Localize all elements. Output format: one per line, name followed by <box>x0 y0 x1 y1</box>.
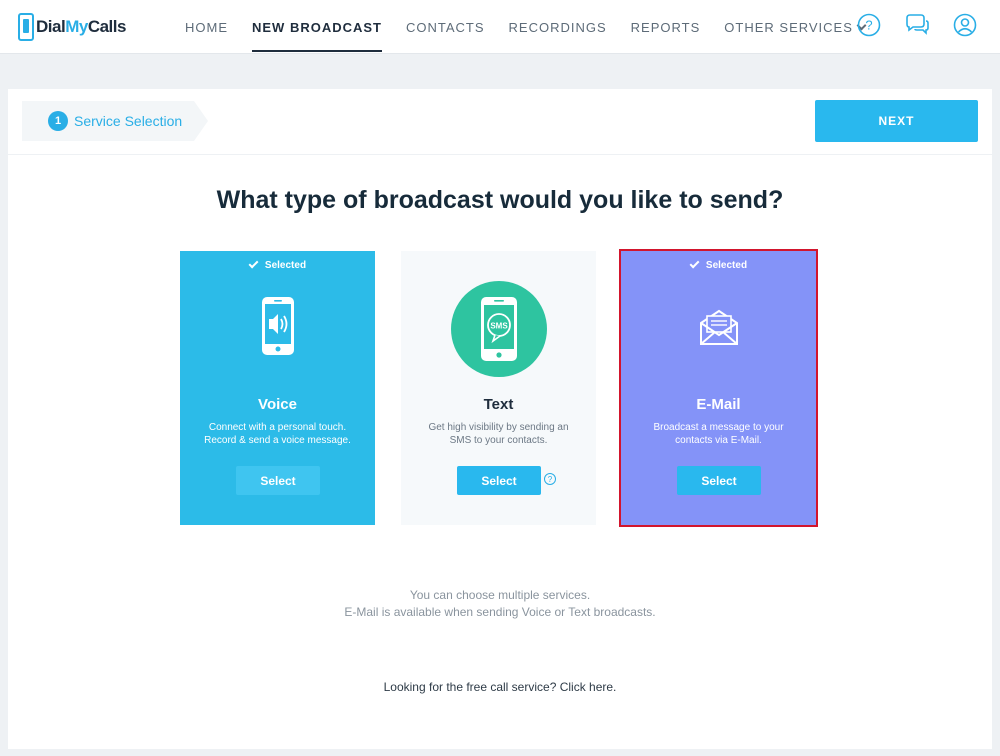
card-title: Text <box>483 396 514 413</box>
header-icons: ? <box>856 12 978 38</box>
select-email-button[interactable]: Select <box>677 466 761 495</box>
check-icon <box>248 258 259 269</box>
card-description: Get high visibility by sending an SMS to… <box>428 422 569 446</box>
svg-text:?: ? <box>865 18 872 33</box>
text-help-icon[interactable]: ? <box>544 473 556 485</box>
select-voice-button[interactable]: Select <box>236 466 320 495</box>
nav-other-services[interactable]: OTHER SERVICES <box>712 0 877 54</box>
chat-icon[interactable] <box>904 12 930 38</box>
step-label: Service Selection <box>74 113 183 129</box>
nav-recordings[interactable]: RECORDINGS <box>497 0 619 54</box>
card-title: Voice <box>258 396 297 413</box>
card-description: Broadcast a message to your contacts via… <box>653 422 784 446</box>
nav-home[interactable]: HOME <box>173 0 240 54</box>
logo-phone-icon <box>18 13 34 41</box>
step-indicator: 1 Service Selection <box>22 101 208 141</box>
help-icon[interactable]: ? <box>856 12 882 38</box>
top-navigation-bar: DialMyCalls HOME NEW BROADCAST CONTACTS … <box>0 0 1000 54</box>
phone-speaker-icon <box>180 295 375 359</box>
multi-service-note: You can choose multiple services. <box>409 588 591 602</box>
service-card-email[interactable]: Selected E-Mail Broadcast a message to y… <box>619 249 818 527</box>
page-title: What type of broadcast would you like to… <box>216 186 784 214</box>
next-button[interactable]: NEXT <box>815 100 978 142</box>
email-availability-note: E-Mail is available when sending Voice o… <box>344 605 656 619</box>
step-number-badge: 1 <box>48 111 68 131</box>
main-nav: HOME NEW BROADCAST CONTACTS RECORDINGS R… <box>173 0 877 54</box>
account-icon[interactable] <box>952 12 978 38</box>
broadcast-panel: 1 Service Selection NEXT What type of br… <box>8 89 992 749</box>
card-description: Connect with a personal touch. Record & … <box>204 422 351 446</box>
card-title: E-Mail <box>696 396 741 413</box>
select-text-button[interactable]: Select <box>457 466 541 495</box>
step-bar: 1 Service Selection NEXT <box>8 89 992 155</box>
sms-phone-icon: SMS <box>401 281 596 377</box>
service-card-voice[interactable]: Selected Voice Connect with a personal t… <box>180 251 375 525</box>
nav-new-broadcast[interactable]: NEW BROADCAST <box>240 0 394 54</box>
nav-reports[interactable]: REPORTS <box>619 0 713 54</box>
check-icon <box>689 258 700 269</box>
envelope-icon <box>621 309 816 347</box>
sms-icon-label: SMS <box>490 322 508 331</box>
nav-contacts[interactable]: CONTACTS <box>394 0 497 54</box>
service-card-text[interactable]: SMS Text Get high visibility by sending … <box>401 251 596 525</box>
logo-wordmark: DialMyCalls <box>36 17 126 36</box>
selected-badge: Selected <box>180 258 375 271</box>
dialmycalls-logo[interactable]: DialMyCalls <box>18 11 126 43</box>
free-call-service-link[interactable]: Looking for the free call service? Click… <box>8 680 992 694</box>
selected-badge: Selected <box>621 258 816 271</box>
